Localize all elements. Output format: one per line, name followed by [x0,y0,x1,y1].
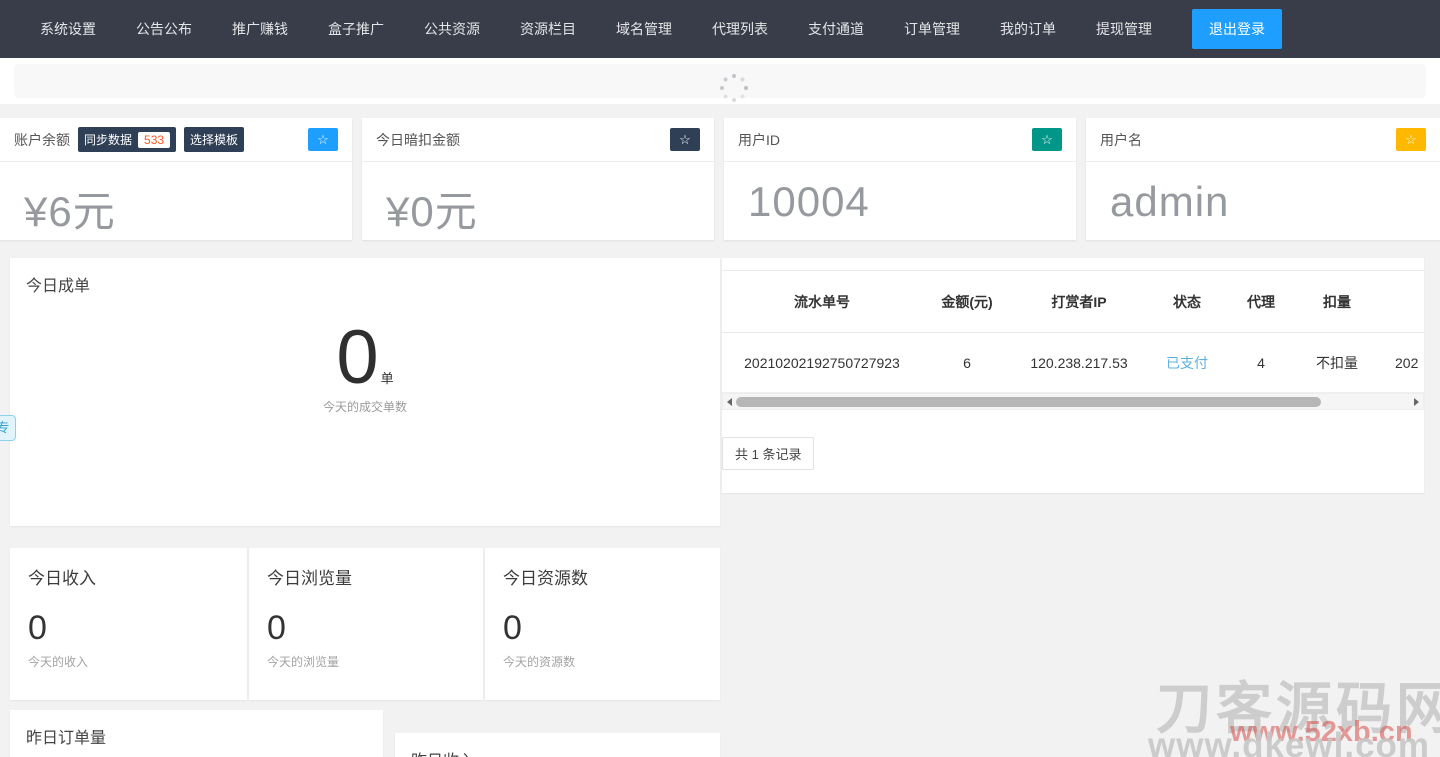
cell-deduction: 不扣量 [1294,333,1380,393]
orders-table-viewport: 流水单号 金额(元) 打赏者IP 状态 代理 扣量 20210202192750… [722,270,1424,393]
today-orders-unit: 单 [381,371,394,386]
mini-subtitle: 今天的浏览量 [249,645,483,670]
col-deduction: 扣量 [1294,271,1380,333]
toolbar-strip [0,58,1440,104]
card-hidden-deduction: 今日暗扣金额 ☆ ¥0元 [362,118,714,240]
orders-table: 流水单号 金额(元) 打赏者IP 状态 代理 扣量 20210202192750… [722,270,1424,393]
balance-value: ¥6元 [0,162,352,239]
cell-serial-number: 20210202192750727923 [722,333,922,393]
nav-item-withdrawal-management[interactable]: 提现管理 [1096,19,1152,39]
yesterday-orders-title: 昨日订单量 [10,710,383,757]
scrollbar-thumb[interactable] [736,397,1321,407]
today-orders-counter: 0单 今天的成交单数 [10,320,720,415]
nav-item-public-resources[interactable]: 公共资源 [424,19,480,39]
watermark: 刀客源码网 www.52xb.cn www.dkewl.com [1128,652,1440,757]
card-today-income: 今日收入 0 今天的收入 [10,548,247,700]
col-amount: 金额(元) [922,271,1012,333]
star-icon[interactable]: ☆ [1032,128,1062,151]
nav-item-agent-list[interactable]: 代理列表 [712,19,768,39]
scroll-right-arrow-icon[interactable] [1414,398,1419,406]
watermark-url-gray: www.dkewl.com [1148,726,1430,757]
cell-status-paid[interactable]: 已支付 [1146,333,1228,393]
record-count-label: 共 1 条记录 [722,437,814,470]
card-title: 今日暗扣金额 [376,130,460,150]
scroll-left-arrow-icon[interactable] [727,398,732,406]
mini-title: 今日资源数 [485,548,720,589]
sync-count-badge: 533 [138,132,170,148]
card-username: 用户名 ☆ admin [1086,118,1440,240]
dashboard-screen: 系统设置 公告公布 推广赚钱 盒子推广 公共资源 资源栏目 域名管理 代理列表 … [0,0,1440,757]
today-orders-subtitle: 今天的成交单数 [10,398,720,415]
col-status: 状态 [1146,271,1228,333]
card-user-id: 用户ID ☆ 10004 [724,118,1076,240]
nav-item-domain-management[interactable]: 域名管理 [616,19,672,39]
card-orders-table: 流水单号 金额(元) 打赏者IP 状态 代理 扣量 20210202192750… [722,258,1424,493]
watermark-site-name: 刀客源码网 [1156,664,1440,745]
side-floating-tab[interactable]: 专 [0,415,16,441]
cell-extra-truncated: 202 [1380,333,1424,393]
col-tipper-ip: 打赏者IP [1012,271,1146,333]
table-header-row: 流水单号 金额(元) 打赏者IP 状态 代理 扣量 [722,271,1424,333]
nav-item-announcements[interactable]: 公告公布 [136,19,192,39]
deduction-value: ¥0元 [362,162,714,239]
loading-spinner-icon [719,73,749,103]
star-icon[interactable]: ☆ [670,128,700,151]
col-serial-number: 流水单号 [722,271,922,333]
card-today-resources: 今日资源数 0 今天的资源数 [485,548,720,700]
card-title: 账户余额 [14,130,70,150]
nav-item-my-orders[interactable]: 我的订单 [1000,19,1056,39]
col-agent: 代理 [1228,271,1294,333]
sync-data-label: 同步数据 [84,131,132,148]
col-extra [1380,271,1424,333]
today-orders-title: 今日成单 [10,258,720,310]
loading-panel [14,64,1426,98]
nav-item-order-management[interactable]: 订单管理 [904,19,960,39]
username-value: admin [1086,162,1440,226]
card-title: 用户ID [738,130,780,150]
mini-value: 0 [10,589,247,645]
watermark-url-red: www.52xb.cn [1230,716,1413,749]
star-icon[interactable]: ☆ [1396,128,1426,151]
cell-tipper-ip: 120.238.217.53 [1012,333,1146,393]
user-id-value: 10004 [724,162,1076,226]
mini-subtitle: 今天的收入 [10,645,247,670]
yesterday-income-title: 昨日收入 [395,733,720,757]
top-navbar: 系统设置 公告公布 推广赚钱 盒子推广 公共资源 资源栏目 域名管理 代理列表 … [0,0,1440,58]
card-title: 用户名 [1100,130,1142,150]
mini-subtitle: 今天的资源数 [485,645,720,670]
today-orders-value: 0 [336,315,378,400]
cell-agent: 4 [1228,333,1294,393]
card-yesterday-orders: 昨日订单量 [10,710,383,757]
nav-item-promotion-earn[interactable]: 推广赚钱 [232,19,288,39]
nav-item-box-promotion[interactable]: 盒子推广 [328,19,384,39]
mini-title: 今日浏览量 [249,548,483,589]
card-account-balance: 账户余额 同步数据 533 选择模板 ☆ ¥6元 [0,118,352,240]
card-today-pageviews: 今日浏览量 0 今天的浏览量 [249,548,483,700]
mini-title: 今日收入 [10,548,247,589]
mini-value: 0 [249,589,483,645]
card-yesterday-income: 昨日收入 [395,733,720,757]
nav-item-system-settings[interactable]: 系统设置 [40,19,96,39]
sync-data-button[interactable]: 同步数据 533 [78,127,176,152]
logout-button[interactable]: 退出登录 [1192,9,1282,49]
cell-amount: 6 [922,333,1012,393]
horizontal-scrollbar[interactable] [722,393,1424,410]
nav-item-payment-channels[interactable]: 支付通道 [808,19,864,39]
star-icon[interactable]: ☆ [308,128,338,151]
table-row: 20210202192750727923 6 120.238.217.53 已支… [722,333,1424,393]
card-today-orders: 今日成单 0单 今天的成交单数 [10,258,720,526]
mini-value: 0 [485,589,720,645]
nav-item-resource-columns[interactable]: 资源栏目 [520,19,576,39]
choose-template-button[interactable]: 选择模板 [184,127,244,152]
